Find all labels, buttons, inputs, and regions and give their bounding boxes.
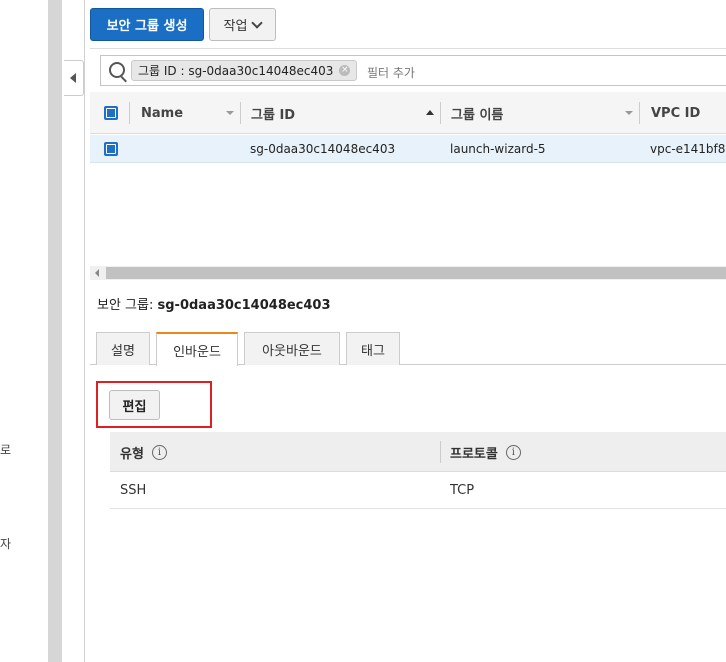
- column-divider: [440, 102, 441, 124]
- add-filter-placeholder[interactable]: 필터 추가: [367, 64, 415, 81]
- cell-vpc-id: vpc-e141bf8a: [650, 142, 726, 156]
- rules-table-header: 유형 i 프로토콜 i: [110, 432, 726, 472]
- column-divider: [639, 102, 640, 124]
- column-header-vpc-id[interactable]: VPC ID: [651, 92, 700, 134]
- info-icon[interactable]: i: [505, 444, 521, 460]
- rule-type: SSH: [120, 483, 147, 498]
- cell-group-name: launch-wizard-5: [450, 142, 546, 156]
- rules-column-type: 유형 i: [120, 432, 167, 472]
- select-all-checkbox[interactable]: [104, 106, 118, 120]
- column-header-group-id[interactable]: 그룹 ID: [251, 92, 295, 134]
- toolbar-divider: [90, 48, 726, 49]
- column-divider: [240, 102, 241, 124]
- chevron-down-icon: [251, 16, 264, 29]
- tab-description[interactable]: 설명: [96, 332, 150, 365]
- actions-dropdown-button[interactable]: 작업: [209, 8, 276, 41]
- edit-button-highlight: [96, 381, 212, 428]
- tab-inbound[interactable]: 인바운드: [156, 332, 238, 366]
- caret-left-icon: [70, 73, 76, 83]
- panel-divider: [84, 0, 85, 662]
- rules-column-type-label: 유형: [120, 446, 144, 462]
- left-fragment-1: 로: [0, 443, 12, 457]
- table-row: SSH TCP: [110, 472, 726, 509]
- rules-column-protocol-label: 프로토콜: [450, 446, 498, 462]
- table-header: Name 그룹 ID 그룹 이름 VPC ID: [90, 92, 726, 134]
- scroll-left-arrow-icon[interactable]: [95, 269, 99, 277]
- cell-group-id: sg-0daa30c14048ec403: [250, 142, 396, 156]
- column-header-name[interactable]: Name: [141, 92, 183, 134]
- scrollbar-thumb[interactable]: [106, 267, 726, 279]
- collapse-panel-button[interactable]: [64, 60, 84, 96]
- rules-column-protocol: 프로토콜 i: [450, 432, 521, 472]
- horizontal-scrollbar[interactable]: [90, 266, 726, 280]
- filter-search-bar[interactable]: 그룹 ID : sg-0daa30c14048ec403 × 필터 추가: [100, 55, 726, 86]
- create-security-group-button[interactable]: 보안 그룹 생성: [90, 8, 204, 41]
- rule-protocol: TCP: [450, 483, 475, 498]
- row-checkbox[interactable]: [104, 142, 118, 156]
- filter-token[interactable]: 그룹 ID : sg-0daa30c14048ec403 ×: [131, 60, 358, 81]
- sort-ascending-icon[interactable]: [426, 110, 434, 115]
- column-divider: [440, 441, 441, 463]
- info-icon[interactable]: i: [151, 444, 167, 460]
- security-group-detail-title: 보안 그룹: sg-0daa30c14048ec403: [97, 294, 331, 313]
- tab-outbound[interactable]: 아웃바운드: [244, 332, 340, 365]
- column-divider: [129, 102, 130, 124]
- table-row[interactable]: sg-0daa30c14048ec403 launch-wizard-5 vpc…: [90, 135, 726, 163]
- remove-filter-icon[interactable]: ×: [339, 65, 351, 76]
- sort-icon[interactable]: [625, 111, 633, 115]
- actions-label: 작업: [223, 19, 248, 34]
- vertical-scrollbar[interactable]: [48, 0, 107, 662]
- filter-token-label: 그룹 ID : sg-0daa30c14048ec403: [138, 64, 334, 78]
- detail-title-id: sg-0daa30c14048ec403: [157, 298, 331, 313]
- column-header-group-name[interactable]: 그룹 이름: [451, 92, 503, 134]
- sort-icon[interactable]: [226, 111, 234, 115]
- tab-tags[interactable]: 태그: [346, 332, 400, 365]
- search-icon: [109, 62, 125, 78]
- detail-title-prefix: 보안 그룹:: [97, 298, 154, 313]
- left-fragment-2: 자: [0, 537, 12, 551]
